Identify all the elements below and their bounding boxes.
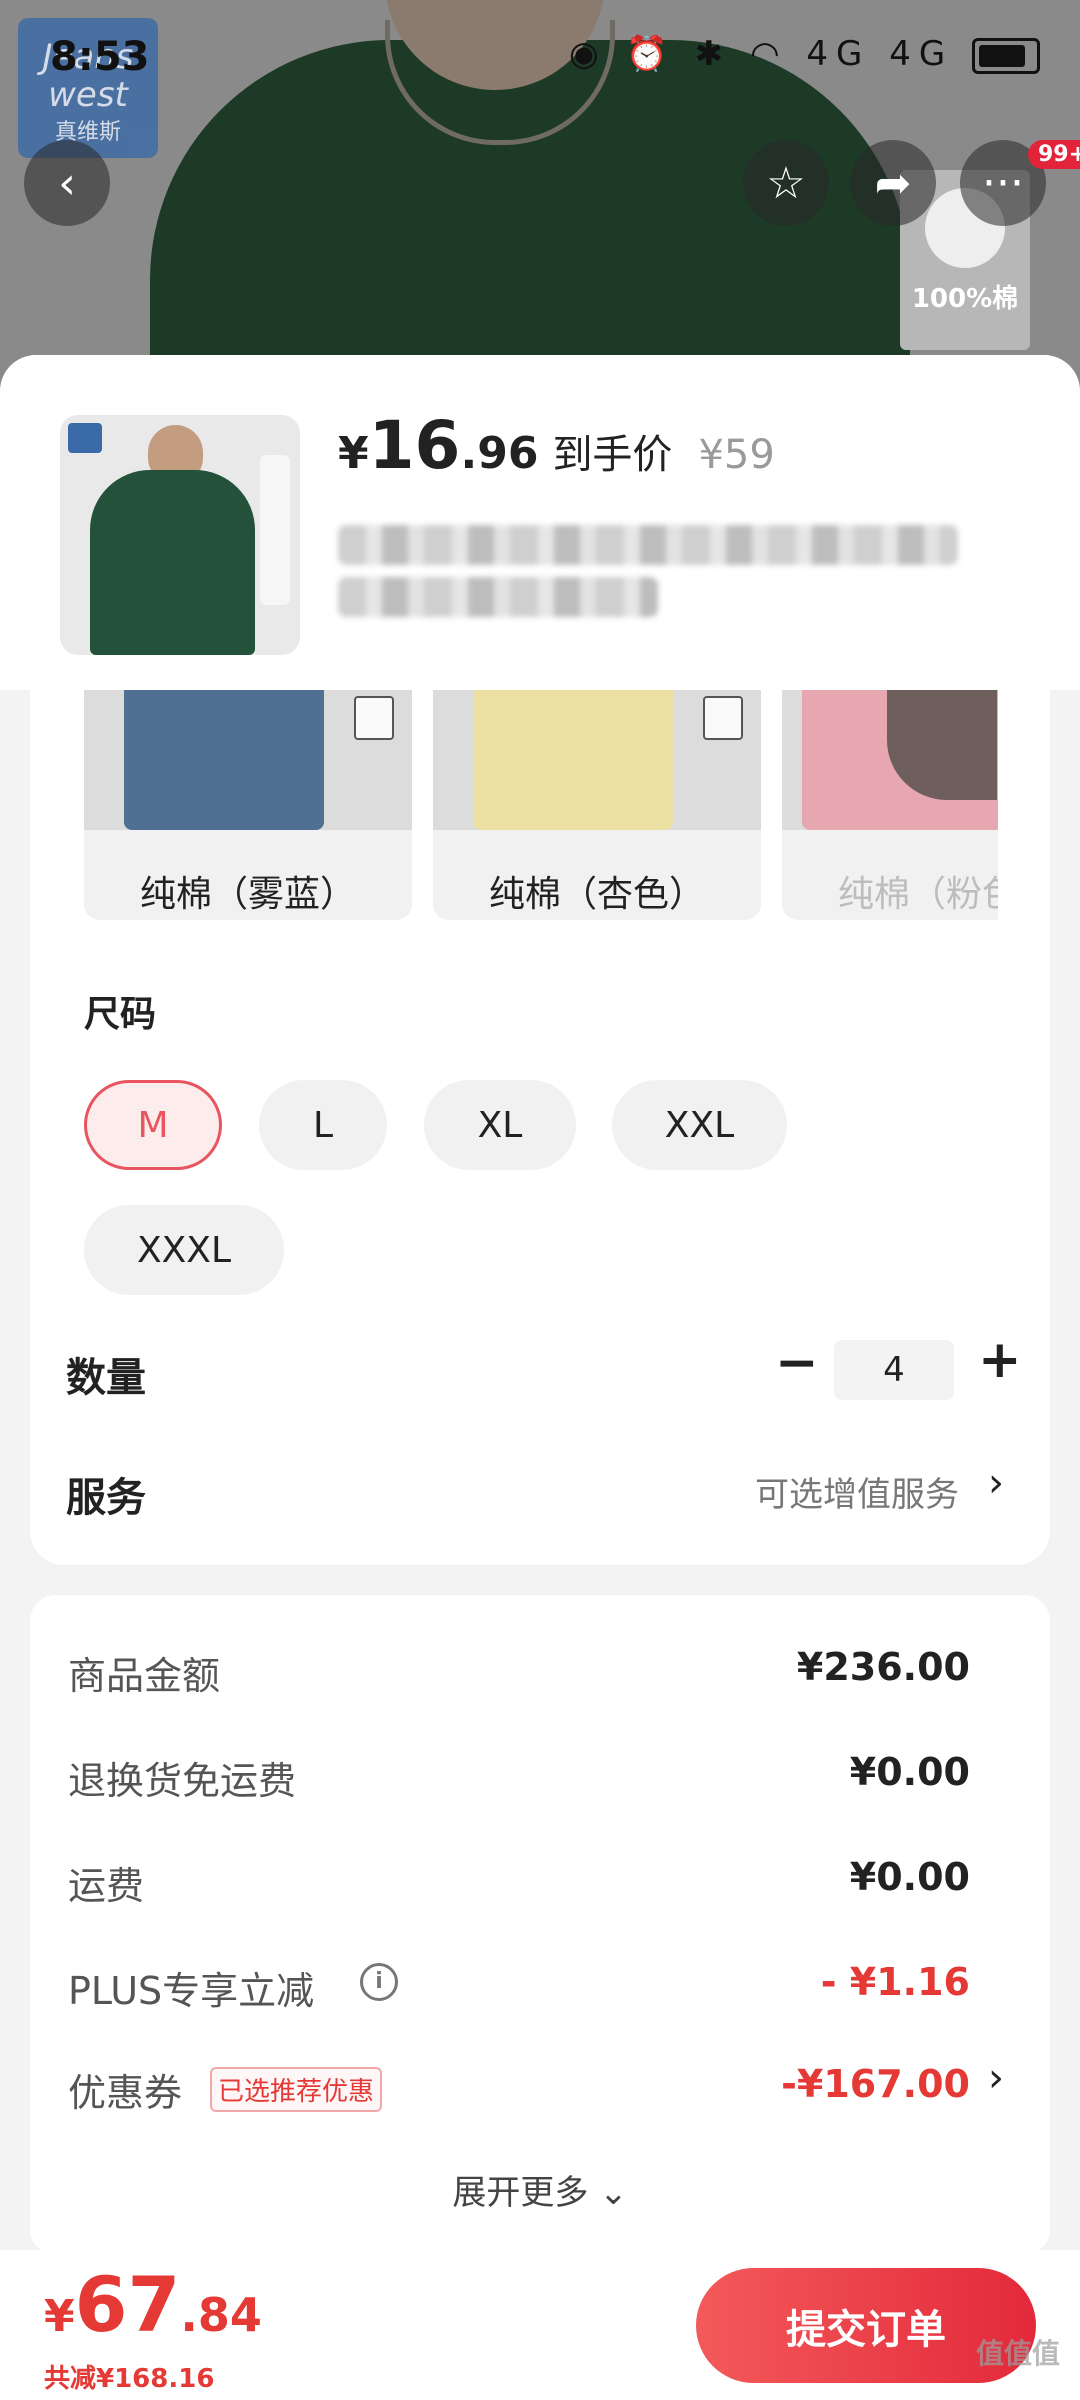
blurred-product-title (338, 525, 958, 565)
service-title: 服务 (66, 1475, 146, 1521)
goods-amount-value: ¥236.00 (796, 1645, 970, 1689)
status-time: 8:53 (50, 34, 150, 80)
expand-more-label: 展开更多 (452, 2173, 589, 2213)
coupon-value[interactable]: -¥167.00 (781, 2062, 970, 2106)
color-option-image (782, 690, 998, 830)
total-integer: 67 (74, 2260, 181, 2349)
size-option-l[interactable]: L (259, 1080, 387, 1170)
shirt-swatch (473, 690, 673, 830)
chevron-right-icon[interactable]: › (988, 2055, 1004, 2101)
expand-more-button[interactable]: 展开更多 ⌄ (30, 2165, 1050, 2214)
color-option-image (433, 690, 761, 830)
status-bar: 8:53 ◉ ⏰ ✱ ◠ 4G 4G (0, 0, 1080, 110)
total-decimal: .84 (180, 2288, 262, 2342)
thumbnail-feature-strip (260, 455, 290, 605)
color-option-label: 纯棉（粉色 (838, 874, 998, 915)
size-option-xxl[interactable]: XXL (612, 1080, 787, 1170)
quantity-decrease-button[interactable]: − (775, 1333, 819, 1393)
coupon-label: 优惠券 (68, 2071, 183, 2115)
sheet-header: ¥16.96 到手价 ¥59 (0, 355, 1080, 690)
color-option-2[interactable]: 纯棉（杏色） (433, 690, 761, 920)
return-shipping-label: 退换货免运费 (68, 1759, 297, 1803)
cotton-badge-text: 100%棉 (911, 284, 1019, 314)
chevron-right-icon[interactable]: › (988, 1460, 1004, 1506)
bottom-bar: ¥67.84 共减¥168.16 提交订单 (0, 2250, 1080, 2400)
goods-amount-label: 商品金额 (68, 1654, 221, 1698)
product-thumbnail (60, 415, 300, 655)
size-option-m[interactable]: M (84, 1080, 222, 1170)
product-price: ¥16.96 到手价 ¥59 (338, 407, 775, 487)
status-icons: ◉ ⏰ ✱ ◠ 4G 4G (569, 34, 1040, 74)
fabric-tag-icon (703, 696, 743, 740)
eye-icon: ◉ (568, 34, 607, 74)
share-button[interactable]: ➦ (850, 140, 936, 226)
price-integer: 16 (368, 407, 461, 484)
price-tag: 到手价 (552, 432, 673, 478)
thumbnail-shirt (90, 470, 255, 655)
size-option-xl[interactable]: XL (424, 1080, 576, 1170)
shipping-label: 运费 (68, 1864, 145, 1908)
star-icon: ☆ (766, 157, 806, 209)
battery-icon (972, 37, 1040, 74)
alarm-icon: ⏰ (625, 34, 676, 74)
notification-badge: 99+ (1028, 140, 1080, 169)
coupon-tag: 已选推荐优惠 (210, 2067, 383, 2112)
shirt-swatch (124, 690, 324, 830)
color-option-label: 纯棉（杏色） (488, 874, 705, 915)
favorite-button[interactable]: ☆ (743, 140, 829, 226)
quantity-input[interactable]: 4 (834, 1340, 954, 1400)
blurred-product-spec (338, 577, 658, 617)
chevron-left-icon: ‹ (58, 157, 76, 209)
total-price: ¥67.84 (44, 2260, 262, 2349)
thumbnail-brand-logo (68, 423, 102, 453)
fabric-tag-icon (354, 696, 394, 740)
bluetooth-icon: ✱ (694, 34, 732, 74)
price-summary-card: 商品金额 ¥236.00 退换货免运费 ¥0.00 运费 ¥0.00 PLUS专… (30, 1595, 1050, 2255)
return-shipping-value: ¥0.00 (849, 1750, 970, 1794)
color-option-label: 纯棉（雾蓝） (139, 874, 356, 915)
total-saved: 共减¥168.16 (44, 2364, 215, 2394)
share-icon: ➦ (874, 157, 912, 209)
quantity-title: 数量 (66, 1355, 146, 1401)
plus-discount-value: - ¥1.16 (820, 1960, 970, 2004)
size-option-xxxl[interactable]: XXXL (84, 1205, 284, 1295)
color-option-image (84, 690, 412, 830)
signal-icon: 4G 4G (806, 34, 954, 74)
service-value[interactable]: 可选增值服务 (755, 1467, 959, 1516)
watermark: 值值值 (975, 2337, 1060, 2370)
color-option-1[interactable]: 纯棉（雾蓝） (84, 690, 412, 920)
info-icon[interactable]: i (360, 1963, 398, 2001)
size-title: 尺码 (84, 994, 157, 1035)
purchase-sheet: ¥16.96到手价¥59 ✕ 纯棉（雾蓝） 纯棉（杏色） 纯棉（粉色 尺码 M … (0, 355, 1080, 2400)
price-decimal: .96 (460, 428, 539, 479)
chevron-down-icon: ⌄ (599, 2173, 628, 2213)
quantity-increase-button[interactable]: + (978, 1330, 1022, 1390)
total-symbol: ¥ (44, 2291, 75, 2342)
plus-discount-label: PLUS专享立减 (68, 1969, 315, 2013)
wifi-icon: ◠ (749, 34, 788, 74)
back-button[interactable]: ‹ (24, 140, 110, 226)
more-icon: ··· (982, 157, 1024, 209)
color-option-3[interactable]: 纯棉（粉色 (782, 690, 998, 920)
original-price: ¥59 (698, 432, 775, 478)
price-symbol: ¥ (338, 428, 369, 479)
shipping-value: ¥0.00 (849, 1855, 970, 1899)
